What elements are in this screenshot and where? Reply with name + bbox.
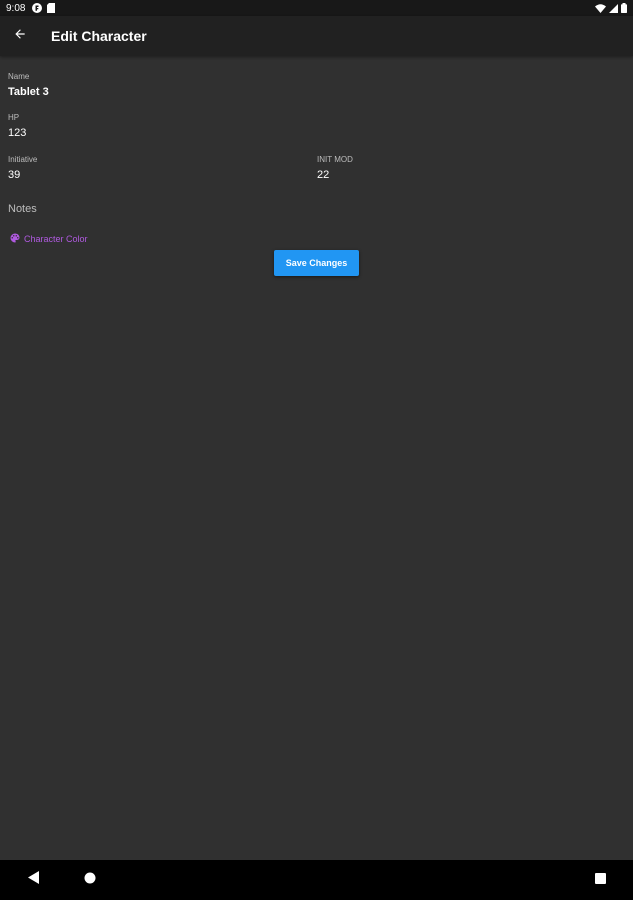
save-changes-button[interactable]: Save Changes xyxy=(274,250,359,276)
sim-card-icon xyxy=(47,3,56,13)
name-field: Name xyxy=(8,72,298,100)
arrow-back-icon xyxy=(13,27,27,46)
signal-icon xyxy=(609,3,618,13)
hp-label: HP xyxy=(8,113,20,122)
page-title: Edit Character xyxy=(51,28,147,44)
nav-back-button[interactable] xyxy=(26,871,42,889)
navigation-bar xyxy=(0,860,633,900)
initiative-field: Initiative xyxy=(8,155,298,183)
init-mod-input[interactable] xyxy=(317,168,607,182)
nav-recents-button[interactable] xyxy=(592,872,608,888)
init-mod-field: INIT MOD xyxy=(317,155,607,183)
init-mod-label: INIT MOD xyxy=(317,155,353,164)
name-label: Name xyxy=(8,72,30,81)
initiative-input[interactable] xyxy=(8,168,298,182)
status-left-icons xyxy=(32,3,56,13)
status-bar: 9:08 xyxy=(0,0,633,16)
status-time: 9:08 xyxy=(6,2,26,14)
app-bar: Edit Character xyxy=(0,16,633,56)
back-triangle-icon xyxy=(28,871,40,889)
hp-input[interactable] xyxy=(8,126,298,140)
hp-field: HP xyxy=(8,113,298,141)
recents-square-icon xyxy=(594,871,606,889)
screen: 9:08 Edit Character Name Tablet 3 HP 123… xyxy=(0,0,633,900)
nav-home-button[interactable] xyxy=(82,872,98,888)
character-color-button[interactable]: Character Color xyxy=(9,232,88,246)
status-right-icons xyxy=(595,3,627,13)
app-notification-icon xyxy=(32,3,43,13)
back-button[interactable] xyxy=(8,24,32,48)
wifi-icon xyxy=(595,3,606,13)
character-color-label: Character Color xyxy=(24,234,88,244)
initiative-label: Initiative xyxy=(8,155,38,164)
palette-icon xyxy=(9,232,21,246)
name-input[interactable] xyxy=(8,85,298,99)
notes-field[interactable]: Notes xyxy=(8,203,37,215)
home-circle-icon xyxy=(84,871,96,889)
battery-icon xyxy=(621,3,627,13)
